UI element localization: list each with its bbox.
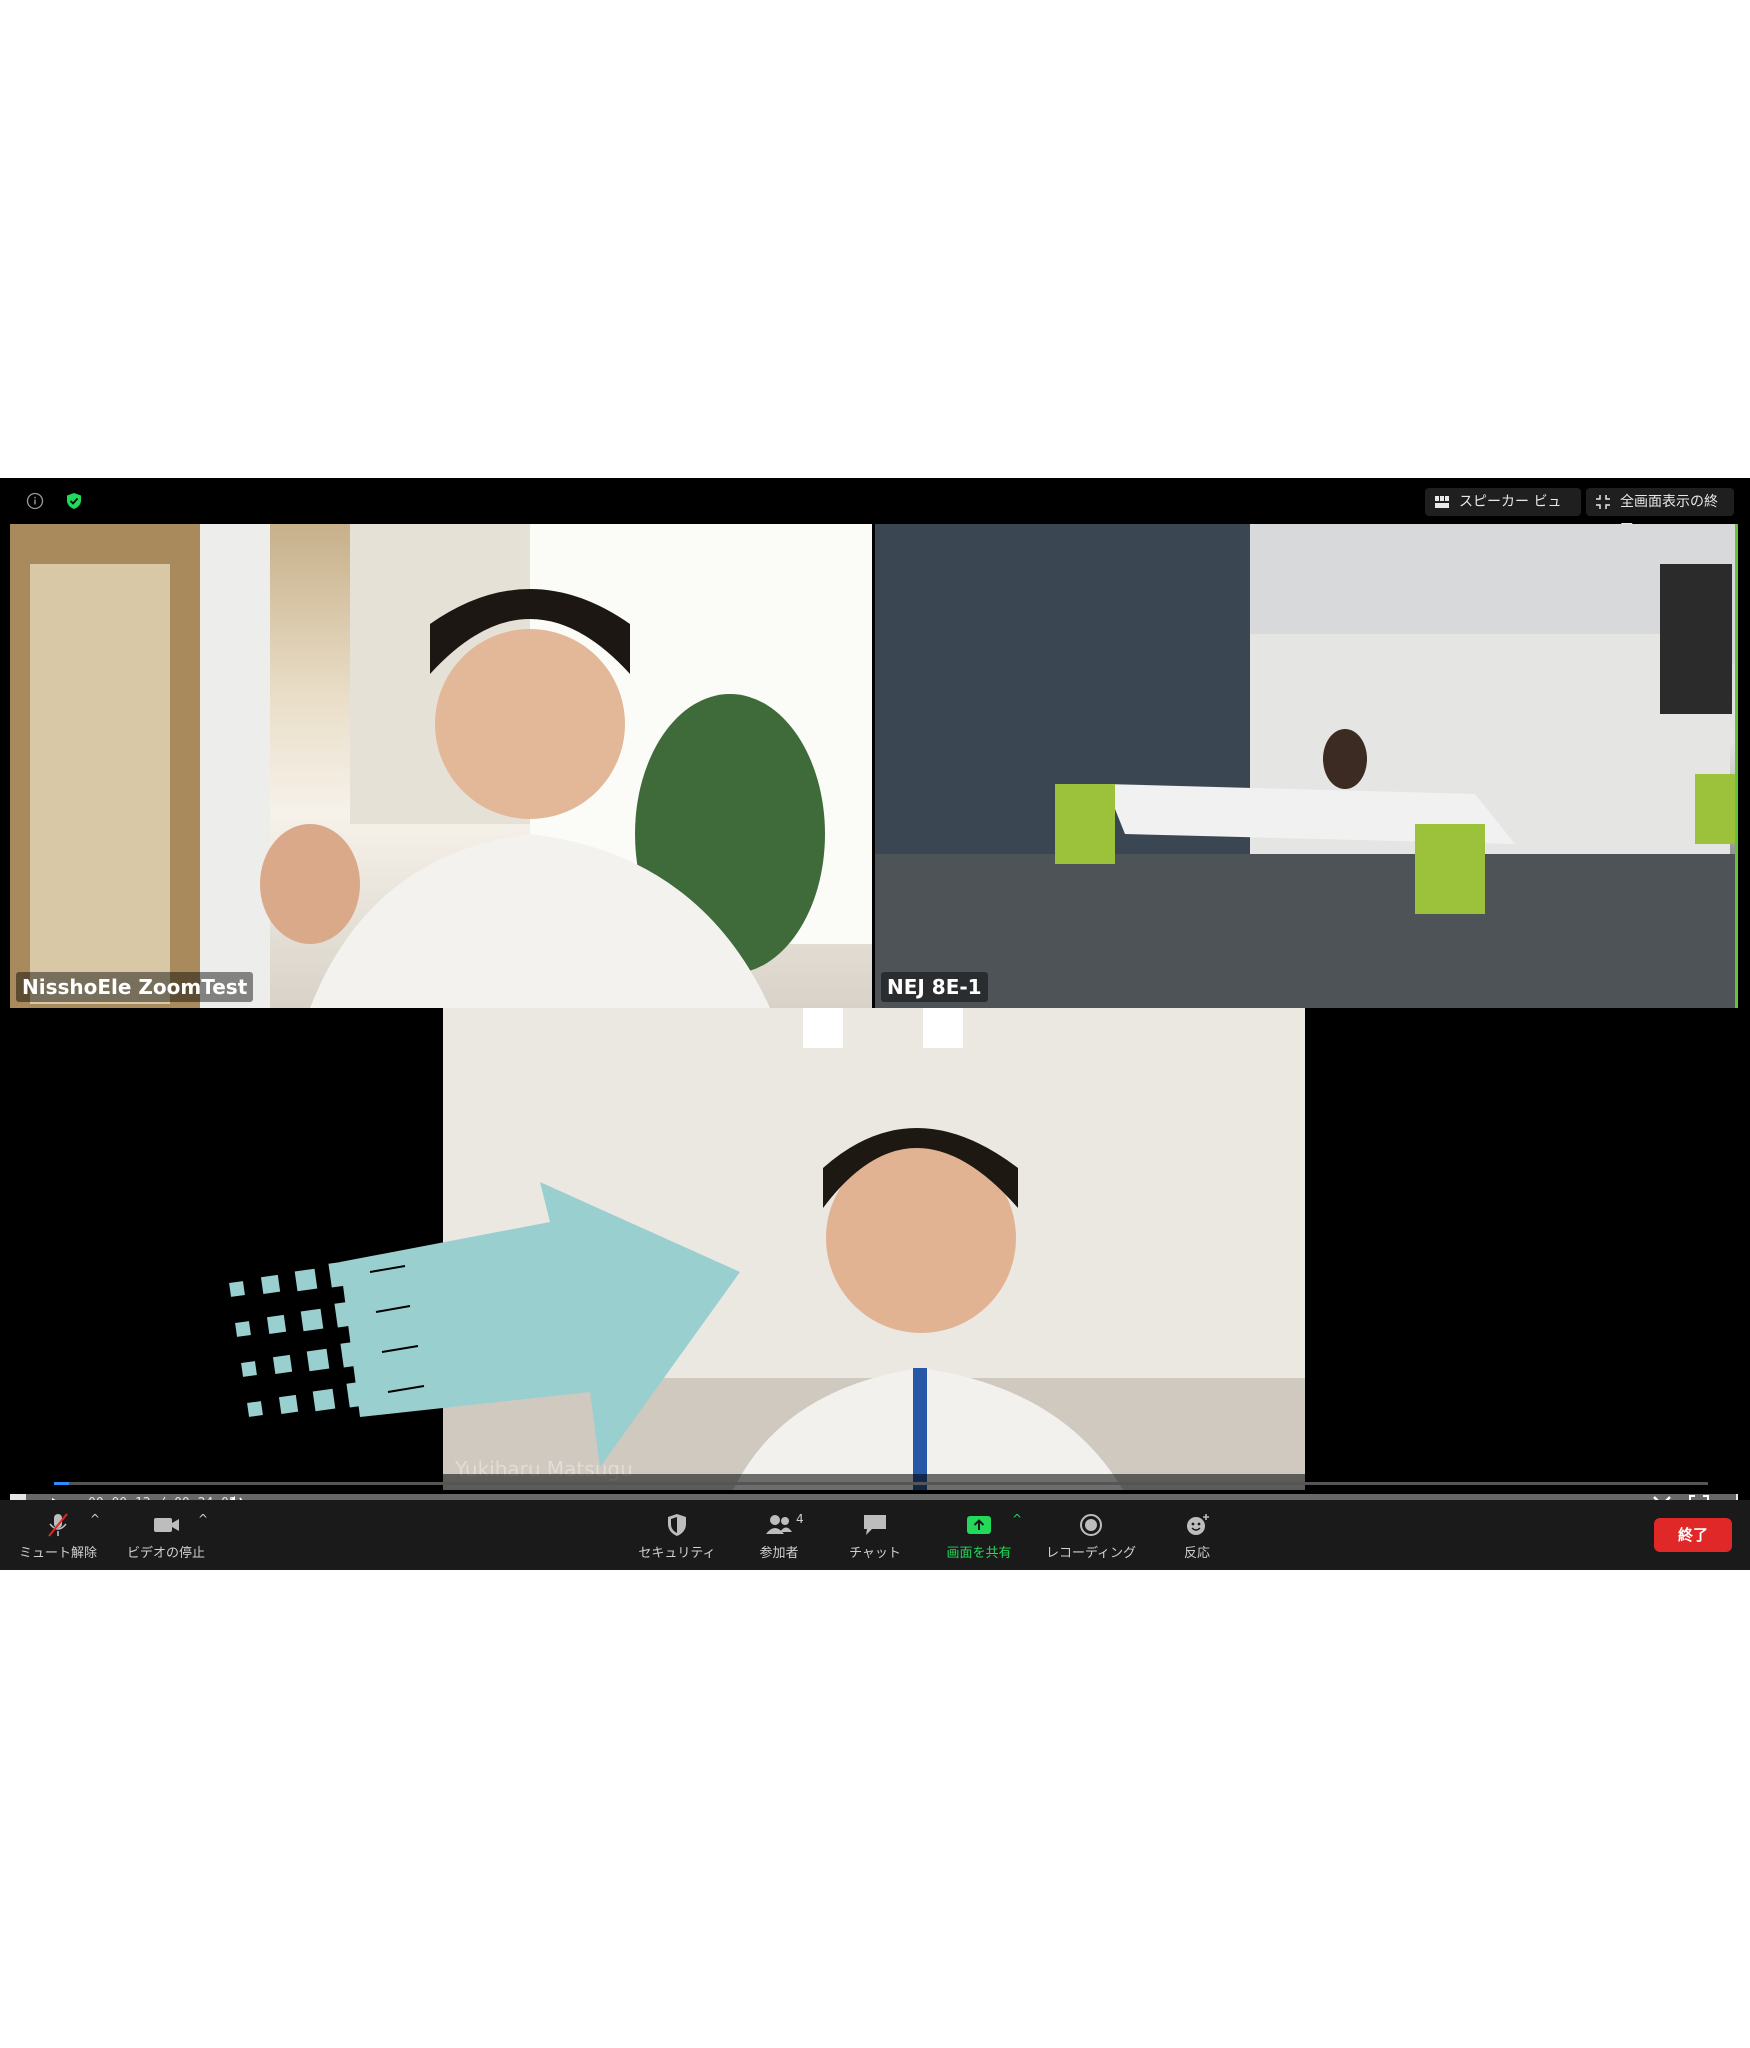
arrow-overlay <box>229 1182 740 1467</box>
share-screen-label: 画面を共有 <box>946 1546 1012 1561</box>
share-screen-icon <box>967 1516 991 1534</box>
video-frame <box>10 524 872 1008</box>
reactions-label: 反応 <box>1183 1546 1210 1561</box>
shield-check-icon[interactable] <box>65 492 83 510</box>
speaker-view-button[interactable]: スピーカー ビュー <box>1425 488 1581 538</box>
video-tile-nissho[interactable]: NisshoEle ZoomTest <box>10 524 872 1008</box>
stop-video-label: ビデオの停止 <box>126 1546 205 1561</box>
info-icon[interactable] <box>26 492 44 510</box>
meeting-toolbar: ミュート解除 ^ ビデオの停止 ^ セキュリティ 参加者 4 チャット 画面を共… <box>0 1500 1750 1570</box>
video-stage: NisshoEle ZoomTest NEJ 8E-1 Yukiharu Mat… <box>10 524 1738 1530</box>
video-frame <box>875 524 1735 1008</box>
participants-label: 参加者 <box>759 1546 799 1561</box>
unmute-label: ミュート解除 <box>18 1546 97 1561</box>
chat-button[interactable]: チャット <box>830 1506 920 1564</box>
share-options-caret-icon[interactable]: ^ <box>1012 1512 1022 1526</box>
security-label: セキュリティ <box>638 1546 716 1561</box>
mic-muted-icon <box>48 1513 68 1537</box>
exit-fullscreen-button[interactable]: 全画面表示の終了 <box>1586 488 1734 538</box>
reactions-button[interactable]: 反応 <box>1152 1506 1242 1564</box>
record-icon <box>1080 1514 1102 1536</box>
chat-bubble-icon <box>864 1515 886 1535</box>
video-camera-icon <box>154 1518 179 1532</box>
video-tile-conference-room[interactable]: NEJ 8E-1 <box>875 524 1738 1008</box>
participants-icon <box>766 1515 792 1534</box>
security-button[interactable]: セキュリティ <box>632 1506 722 1564</box>
progress-track[interactable] <box>54 1482 1708 1485</box>
top-bar: スピーカー ビュー 全画面表示の終了 <box>0 478 1750 538</box>
end-meeting-button[interactable]: 終了 <box>1654 1518 1732 1552</box>
video-options-caret-icon[interactable]: ^ <box>198 1512 208 1526</box>
participant-name: NisshoEle ZoomTest <box>16 972 254 1002</box>
chat-label: チャット <box>849 1546 901 1561</box>
recording-label: レコーディング <box>1045 1546 1137 1561</box>
zoom-window: スピーカー ビュー 全画面表示の終了 Nissho <box>0 478 1750 1570</box>
security-shield-icon <box>668 1514 686 1536</box>
participant-name: NEJ 8E-1 <box>881 972 988 1002</box>
share-screen-button[interactable]: 画面を共有 <box>934 1506 1024 1564</box>
progress-fill <box>54 1482 69 1485</box>
recording-button[interactable]: レコーディング <box>1036 1506 1146 1564</box>
participant-count: 4 <box>796 1512 804 1526</box>
participants-button[interactable]: 参加者 4 <box>734 1506 824 1564</box>
audio-options-caret-icon[interactable]: ^ <box>90 1512 100 1526</box>
emoji-plus-icon <box>1187 1514 1209 1535</box>
exit-fullscreen-icon <box>1596 495 1610 509</box>
grid-icon <box>1435 496 1449 508</box>
